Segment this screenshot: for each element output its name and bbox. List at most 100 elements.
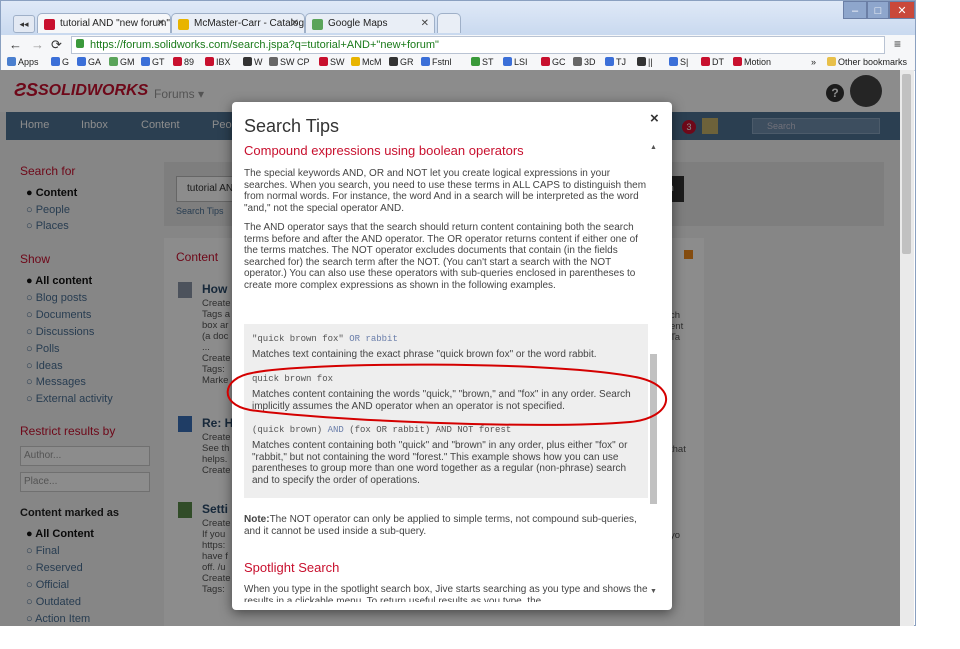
modal-scrollbar-thumb[interactable] (650, 354, 657, 504)
bookmark-favicon-icon (637, 57, 646, 66)
bookmark-favicon-icon (243, 57, 252, 66)
url-text: https://forum.solidworks.com/search.jspa… (90, 39, 439, 51)
bookmark-list: Apps G GA GM GT 89 IBX W SW CP SW McM GR Fstnl ST LSI G… (7, 55, 807, 70)
bookmark-label: || (648, 57, 653, 67)
bookmark-favicon-icon (389, 57, 398, 66)
back-arrow-icon[interactable]: ◂◂ (13, 15, 35, 33)
bookmark-label: LSI (514, 57, 528, 67)
example-2: quick brown fox Matches content containi… (252, 374, 644, 412)
bookmark-item[interactable]: GM (109, 55, 135, 70)
bookmark-item[interactable]: McM (351, 55, 382, 70)
tab-favicon-icon (312, 19, 323, 30)
bookmark-item[interactable]: GT (141, 55, 165, 70)
new-tab-button[interactable] (437, 13, 461, 33)
minimize-button[interactable]: – (843, 1, 867, 19)
forward-icon[interactable]: → (31, 37, 44, 52)
tab-label: tutorial AND "new forum" (60, 18, 170, 29)
tab-2[interactable]: Google Maps ✕ (305, 13, 435, 33)
bookmark-label: ST (482, 57, 494, 67)
bookmark-favicon-icon (7, 57, 16, 66)
note-text: The NOT operator can only be applied to … (244, 514, 637, 537)
other-bookmarks[interactable]: Other bookmarks (827, 55, 907, 70)
bookmark-item[interactable]: 89 (173, 55, 194, 70)
note-paragraph: Note:The NOT operator can only be applie… (244, 514, 648, 537)
bookmark-item[interactable]: DT (701, 55, 724, 70)
example-code: quick brown fox (252, 374, 334, 384)
example-1: "quick brown fox" OR rabbit Matches text… (252, 334, 644, 361)
example-code: (quick brown) (252, 425, 323, 435)
maximize-button[interactable]: □ (867, 1, 889, 19)
tab-label: Google Maps (328, 18, 388, 29)
bookmark-label: 89 (184, 57, 195, 67)
bookmark-item[interactable]: S| (669, 55, 688, 70)
example-code-2: (fox OR rabbit) AND NOT forest (349, 425, 512, 435)
bookmark-item[interactable]: || (637, 55, 653, 70)
back-icon[interactable]: ← (9, 37, 22, 52)
bookmarks-overflow-icon[interactable]: » (811, 55, 816, 70)
bookmark-favicon-icon (173, 57, 182, 66)
close-window-button[interactable]: ✕ (889, 1, 915, 19)
bookmark-label: GT (152, 57, 165, 67)
bookmark-favicon-icon (141, 57, 150, 66)
bookmark-favicon-icon (733, 57, 742, 66)
bookmark-item[interactable]: IBX (205, 55, 231, 70)
bookmark-item[interactable]: TJ (605, 55, 626, 70)
close-icon[interactable]: × (650, 110, 659, 127)
example-code: "quick brown fox" (252, 334, 344, 344)
bookmark-item[interactable]: GC (541, 55, 566, 70)
bookmark-label: G (62, 57, 70, 67)
tab-close-icon[interactable]: ✕ (291, 14, 299, 33)
folder-icon (827, 57, 836, 66)
tab-close-icon[interactable]: ✕ (421, 14, 429, 33)
bookmark-label: GC (552, 57, 566, 67)
bookmark-label: Fstnl (432, 57, 452, 67)
bookmark-item[interactable]: GR (389, 55, 414, 70)
boolean-paragraph-2: The AND operator says that the search sh… (244, 222, 638, 291)
bookmarks-bar: Apps G GA GM GT 89 IBX W SW CP SW McM GR Fstnl ST LSI G… (1, 55, 915, 71)
bookmark-item[interactable]: 3D (573, 55, 596, 70)
address-bar[interactable]: https://forum.solidworks.com/search.jspa… (71, 36, 885, 54)
spotlight-heading: Spotlight Search (244, 560, 340, 575)
bookmark-item[interactable]: Fstnl (421, 55, 452, 70)
bookmark-favicon-icon (541, 57, 550, 66)
reload-icon[interactable]: ⟳ (51, 37, 62, 53)
bookmark-item[interactable]: G (51, 55, 69, 70)
bookmark-item[interactable]: GA (77, 55, 101, 70)
bookmark-favicon-icon (669, 57, 678, 66)
scroll-up-icon[interactable]: ▲ (650, 144, 657, 151)
bookmark-item[interactable]: Motion (733, 55, 771, 70)
bookmark-label: W (254, 57, 263, 67)
page-scrollbar[interactable] (900, 70, 914, 626)
example-desc: Matches text containing the exact phrase… (252, 349, 597, 360)
title-bar: ◂◂ tutorial AND "new forum" ✕ McMaster-C… (1, 1, 915, 35)
menu-icon[interactable]: ≡ (894, 37, 901, 51)
bookmark-favicon-icon (701, 57, 710, 66)
tab-0[interactable]: tutorial AND "new forum" ✕ (37, 13, 171, 33)
bookmark-favicon-icon (471, 57, 480, 66)
scroll-down-icon[interactable]: ▼ (650, 588, 657, 595)
bookmark-item[interactable]: LSI (503, 55, 528, 70)
bookmark-favicon-icon (51, 57, 60, 66)
bookmark-label: Motion (744, 57, 772, 67)
bookmark-favicon-icon (77, 57, 86, 66)
bookmark-item[interactable]: ST (471, 55, 494, 70)
tab-close-icon[interactable]: ✕ (157, 14, 165, 33)
bookmark-label: IBX (216, 57, 231, 67)
bookmark-item[interactable]: Apps (7, 55, 39, 70)
bookmark-favicon-icon (269, 57, 278, 66)
bookmark-item[interactable]: SW CP (269, 55, 310, 70)
search-tips-modal: Search Tips × Compound expressions using… (232, 102, 672, 610)
tab-label: McMaster-Carr - Catalog (194, 18, 305, 29)
tab-1[interactable]: McMaster-Carr - Catalog ✕ (171, 13, 305, 33)
bookmark-favicon-icon (421, 57, 430, 66)
spotlight-paragraph: When you type in the spotlight search bo… (244, 584, 648, 602)
other-bookmarks-label: Other bookmarks (838, 57, 908, 67)
example-3: (quick brown) AND (fox OR rabbit) AND NO… (252, 425, 644, 486)
page-scrollbar-thumb[interactable] (902, 74, 911, 254)
bookmark-label: Apps (18, 57, 39, 67)
modal-scrollbar[interactable]: ▲ ▼ (648, 142, 660, 602)
bookmark-item[interactable]: W (243, 55, 263, 70)
bookmark-label: TJ (616, 57, 626, 67)
bookmark-item[interactable]: SW (319, 55, 345, 70)
examples-box: "quick brown fox" OR rabbit Matches text… (244, 324, 648, 498)
